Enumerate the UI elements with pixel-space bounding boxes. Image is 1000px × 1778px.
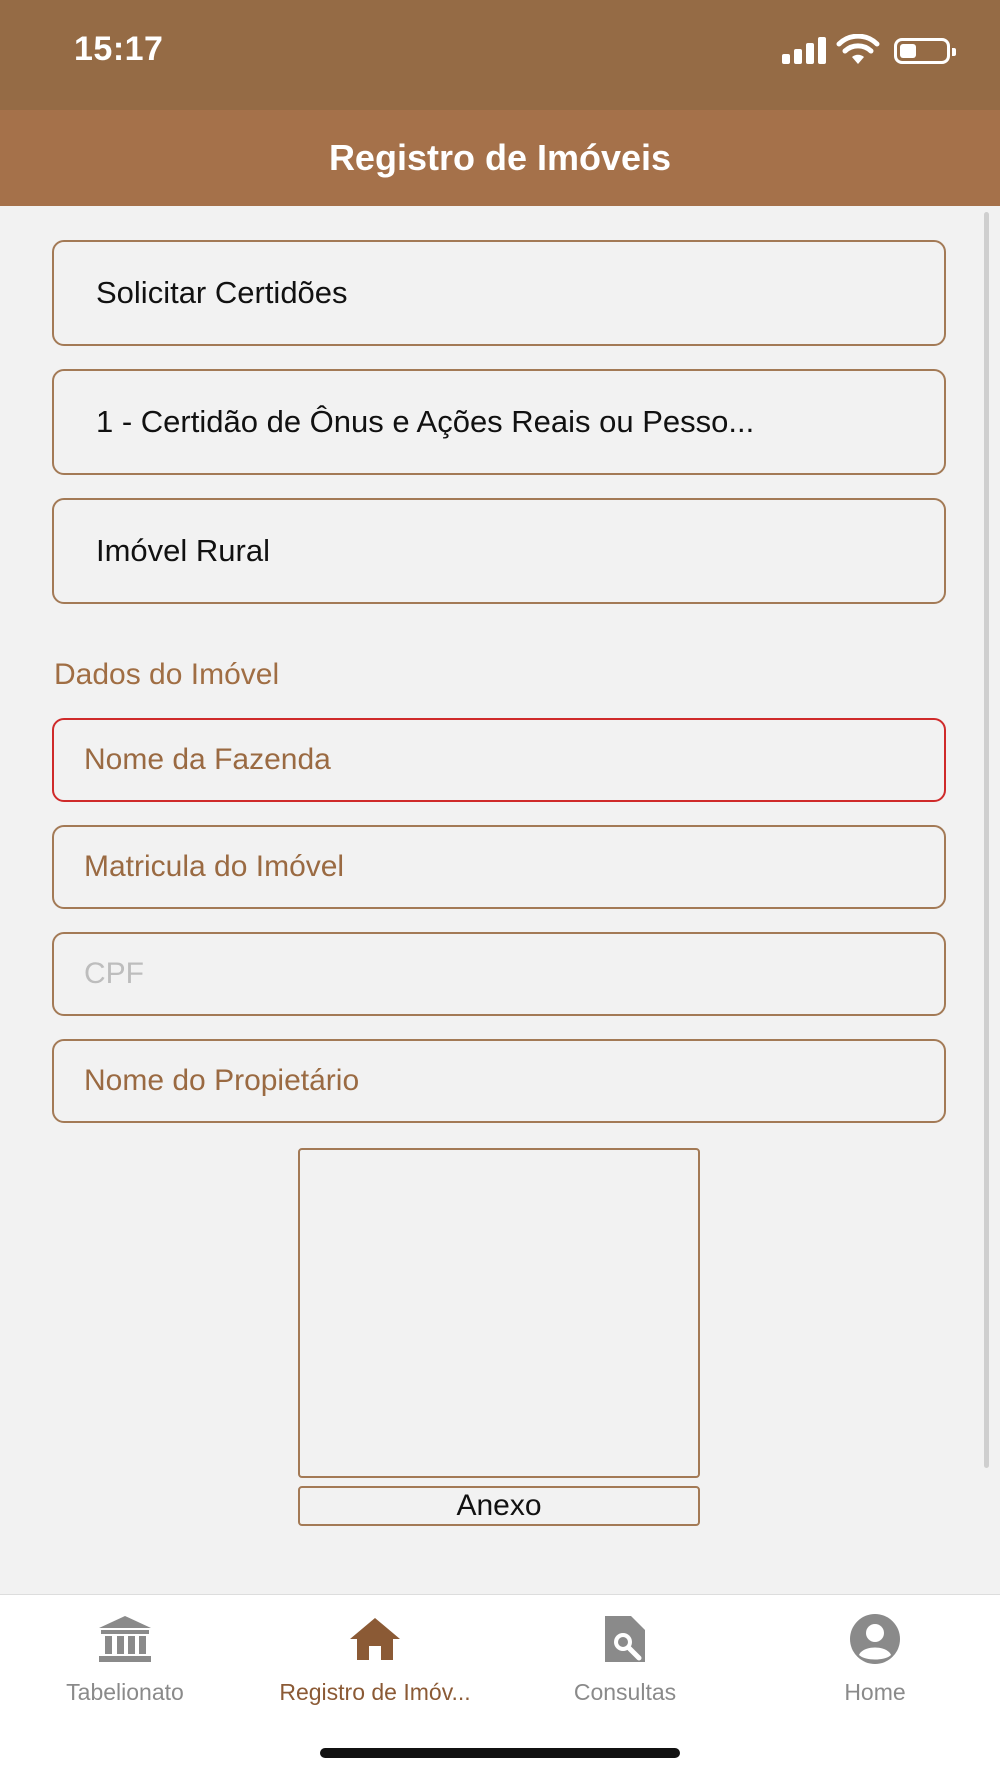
home-icon xyxy=(345,1609,405,1669)
registration-placeholder: Matricula do Imóvel xyxy=(84,850,345,883)
certificate-type-select-value: 1 - Certidão de Ônus e Ações Reais ou Pe… xyxy=(96,404,755,439)
farm-name-field[interactable]: Nome da Fazenda xyxy=(52,718,946,802)
status-time: 15:17 xyxy=(74,30,164,68)
scrollbar[interactable] xyxy=(984,212,989,1468)
cpf-field[interactable]: CPF xyxy=(52,932,946,1016)
tab-registro-de-imoveis[interactable]: Registro de Imóv... xyxy=(250,1609,500,1719)
tab-label-home: Home xyxy=(844,1679,906,1705)
tab-consultas[interactable]: Consultas xyxy=(500,1609,750,1719)
tab-label-tabelionato: Tabelionato xyxy=(66,1679,184,1705)
user-profile-icon xyxy=(845,1609,905,1669)
service-select[interactable]: Solicitar Certidões xyxy=(52,240,946,346)
document-search-icon xyxy=(595,1609,655,1669)
tab-tabelionato[interactable]: Tabelionato xyxy=(0,1609,250,1719)
form-content: Solicitar Certidões 1 - Certidão de Ônus… xyxy=(0,206,1000,1594)
status-bar: 15:17 xyxy=(0,0,1000,110)
nav-bar: Registro de Imóveis xyxy=(0,110,1000,206)
property-type-select[interactable]: Imóvel Rural xyxy=(52,498,946,604)
property-type-select-value: Imóvel Rural xyxy=(96,533,270,568)
bank-icon xyxy=(95,1609,155,1669)
farm-name-placeholder: Nome da Fazenda xyxy=(84,743,331,776)
home-indicator xyxy=(320,1748,680,1758)
registration-field[interactable]: Matricula do Imóvel xyxy=(52,825,946,909)
certificate-type-select[interactable]: 1 - Certidão de Ônus e Ações Reais ou Pe… xyxy=(52,369,946,475)
tab-home[interactable]: Home xyxy=(750,1609,1000,1719)
battery-icon xyxy=(894,38,956,64)
service-select-value: Solicitar Certidões xyxy=(96,275,348,310)
section-label-property-data: Dados do Imóvel xyxy=(54,658,280,691)
tab-label-registro: Registro de Imóv... xyxy=(279,1679,471,1705)
page-title: Registro de Imóveis xyxy=(328,137,672,178)
attach-button[interactable]: Anexo xyxy=(298,1486,700,1526)
owner-name-field[interactable]: Nome do Propietário xyxy=(52,1039,946,1123)
wifi-icon xyxy=(836,34,880,64)
cellular-signal-icon xyxy=(782,36,830,64)
owner-name-placeholder: Nome do Propietário xyxy=(84,1064,360,1097)
cpf-placeholder: CPF xyxy=(84,957,144,990)
tab-label-consultas: Consultas xyxy=(573,1679,677,1705)
attachment-preview[interactable] xyxy=(298,1148,700,1478)
